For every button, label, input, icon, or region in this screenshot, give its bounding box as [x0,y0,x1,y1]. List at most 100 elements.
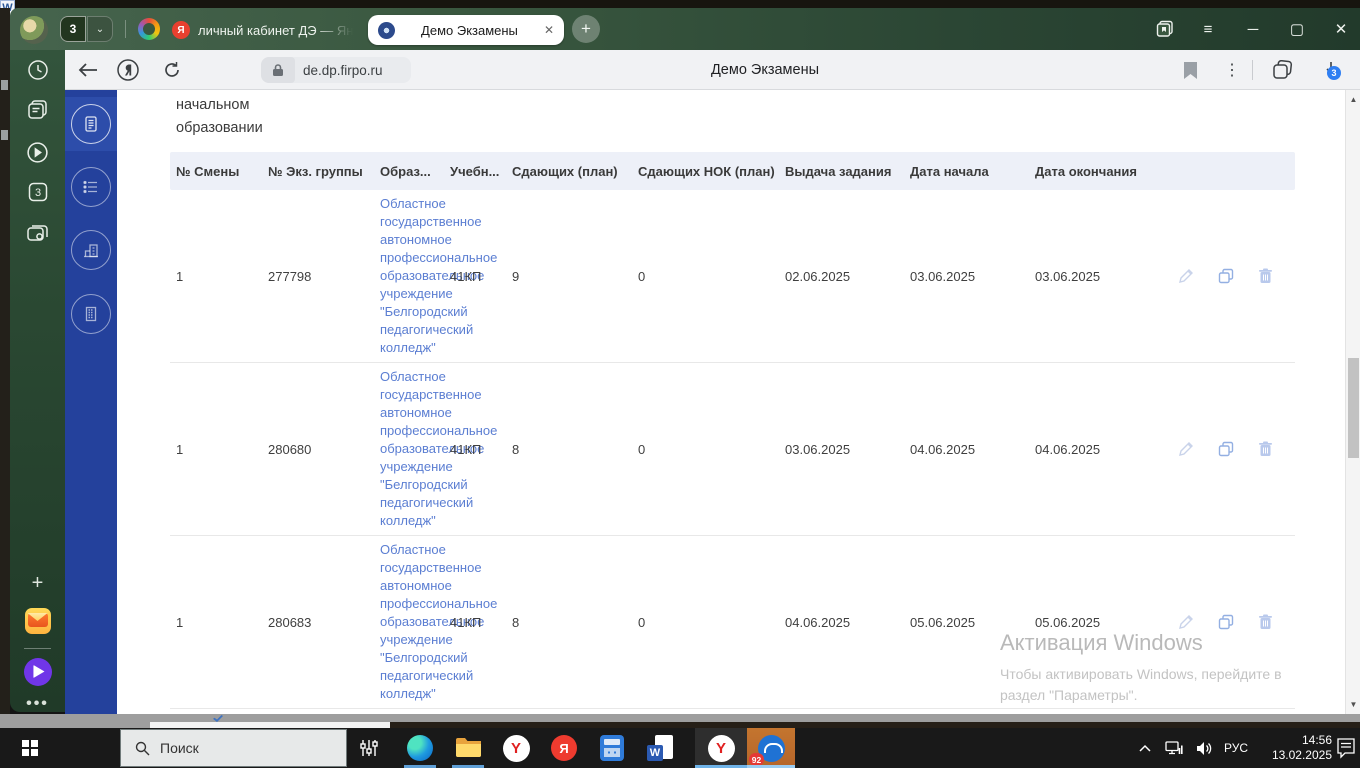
browser-toolbar: de.dp.firpo.ru Демо Экзамены ⋮ 3 [65,50,1360,90]
side-panel-icon[interactable] [1152,18,1178,40]
edit-icon[interactable] [1178,441,1194,457]
yandex-browser-icon[interactable]: Y [492,728,540,768]
volume-icon[interactable] [1190,728,1218,768]
more-options-icon[interactable]: ⋮ [1220,50,1244,90]
network-icon[interactable] [1160,728,1188,768]
bookmark-icon[interactable] [1175,50,1205,90]
language-indicator[interactable]: РУС [1218,728,1254,768]
delete-icon[interactable] [1258,268,1273,284]
browser-titlebar: 3 ⌄ Я личный кабинет ДЭ — Ян Демо Экзаме… [10,8,1360,50]
scrollbar-thumb[interactable] [1348,358,1359,458]
sidebar-item-statistics[interactable] [65,223,117,277]
sidebar-more-icon[interactable]: ••• [10,695,65,713]
cell-plan: 8 [512,614,520,630]
tabs-count-icon[interactable]: 3 [10,180,65,204]
alice-assistant-icon[interactable] [10,658,65,686]
yandex-services-icon[interactable] [113,50,143,90]
history-icon[interactable] [10,58,65,82]
table-row: 1 280680 Областное государственное автон… [170,363,1295,536]
sidebar-item-documents[interactable] [65,97,117,151]
list-icon [71,167,111,207]
watermark-title: Активация Windows [1000,630,1203,655]
downloads-icon[interactable]: 3 [1313,50,1349,90]
tray-date: 13.02.2025 [1271,748,1332,762]
edge-icon[interactable] [396,728,444,768]
copy-icon[interactable] [1218,614,1234,630]
sidebar-item-list[interactable] [65,160,117,214]
main-content: начальном образовании № Смены № Экз. гру… [117,90,1345,714]
browser-sidebar: 3 + ••• [10,50,65,712]
cell-group: 280683 [268,614,312,630]
edit-icon[interactable] [1178,268,1194,284]
watermark-line2: раздел "Параметры". [1000,687,1138,703]
sidebar-item-organization[interactable] [65,287,117,341]
new-tab-button[interactable]: + [572,15,600,43]
cell-shift: 1 [176,268,184,284]
yandex-app-icon[interactable]: Я [540,728,588,768]
lock-icon[interactable] [261,57,295,83]
cell-group: 280680 [268,441,312,457]
word-icon[interactable]: W [636,728,684,768]
tab-title: личный кабинет ДЭ — Ян [198,22,354,38]
notes-icon[interactable] [10,98,65,122]
tab-personal-cabinet[interactable]: Я личный кабинет ДЭ — Ян [172,18,360,42]
tab-close-icon[interactable]: ✕ [544,23,554,37]
delete-icon[interactable] [1258,614,1273,630]
col-uch: Учебн... [450,163,500,179]
notification-center-icon[interactable] [1336,737,1356,759]
cell-plan: 9 [512,268,520,284]
clock[interactable]: 14:56 13.02.2025 [1258,728,1332,768]
taskbar: Y Я W Y 92 РУС 14:56 [0,728,1360,768]
cell-org: Областное государственное автономное про… [374,541,497,703]
address-bar[interactable]: de.dp.firpo.ru [261,57,411,83]
scroll-up-icon[interactable]: ▲ [1346,92,1360,107]
desktop-strip [0,0,1360,8]
cell-issue-date: 03.06.2025 [785,441,851,457]
tab-list-chevron-button[interactable]: ⌄ [87,16,113,42]
page-scrollbar[interactable]: ▲ ▼ [1345,90,1360,714]
delete-icon[interactable] [1258,441,1273,457]
add-panel-icon[interactable]: + [10,572,65,595]
yandex-browser-running-icon[interactable]: Y [695,728,747,768]
demo-exams-favicon [378,21,395,39]
screenshot-icon[interactable] [10,221,65,245]
minimize-button[interactable]: ─ [1240,18,1266,40]
start-button[interactable] [0,728,60,768]
search-input[interactable] [160,740,320,756]
refresh-icon[interactable] [157,50,187,90]
task-view-icon[interactable] [348,728,390,768]
copy-icon[interactable] [1218,441,1234,457]
cell-nok: 0 [638,268,646,284]
url-text: de.dp.firpo.ru [303,62,383,78]
video-play-icon[interactable] [10,140,65,165]
menu-icon[interactable]: ≡ [1195,18,1221,40]
taskbar-search[interactable] [120,729,347,767]
background-window-strip [0,714,1360,728]
maximize-button[interactable]: ▢ [1284,18,1310,40]
cell-issue-date: 04.06.2025 [785,614,851,630]
profile-avatar[interactable] [20,16,48,44]
active-app-gauge-icon[interactable]: 92 [747,728,795,768]
tab-demo-exams[interactable]: Демо Экзамены ✕ [368,15,564,45]
tray-expand-icon[interactable] [1132,728,1158,768]
collections-icon[interactable] [1265,50,1301,90]
copy-icon[interactable] [1218,268,1234,284]
cell-end-date: 04.06.2025 [1035,441,1101,457]
calculator-icon[interactable] [588,728,636,768]
cell-org: Областное государственное автономное про… [374,195,497,357]
downloads-badge: 3 [1327,66,1341,80]
desktop-icon-fragment [1,130,8,140]
yandex-mail-icon[interactable] [10,608,65,634]
scroll-down-icon[interactable]: ▼ [1346,697,1360,712]
tab-counter-button[interactable]: 3 [60,16,86,42]
tab-group-icon[interactable] [138,18,160,40]
edit-icon[interactable] [1178,614,1194,630]
file-explorer-icon[interactable] [444,728,492,768]
close-button[interactable]: ✕ [1328,18,1354,40]
desktop-icon-fragment [1,80,8,90]
cell-actions [1164,441,1295,457]
cell-end-date: 03.06.2025 [1035,268,1101,284]
toolbar-divider [1251,50,1253,90]
cell-start-date: 04.06.2025 [910,441,976,457]
back-icon[interactable] [73,50,103,90]
